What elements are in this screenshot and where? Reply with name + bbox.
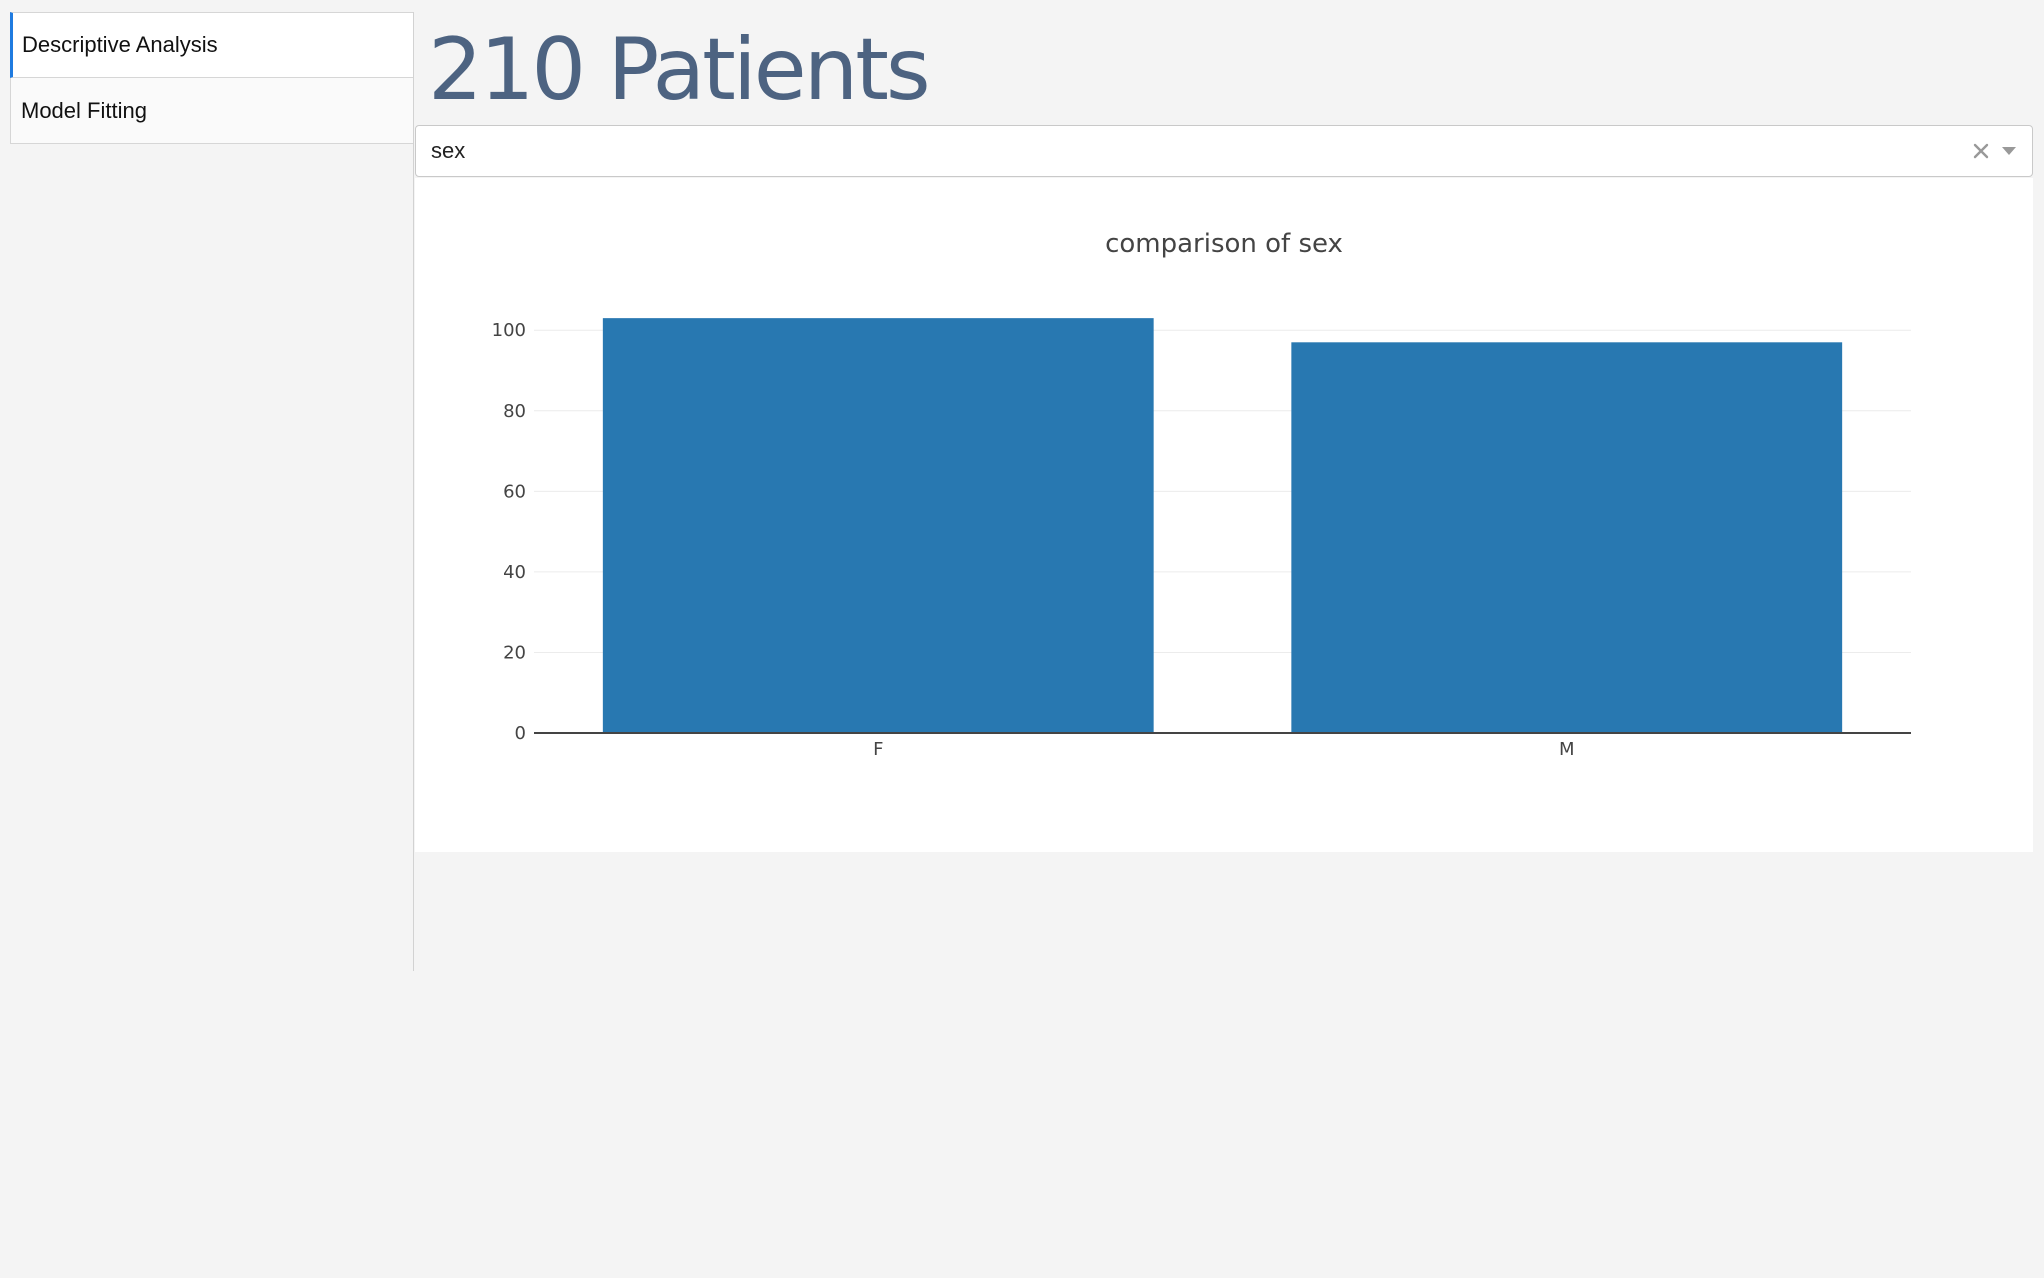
sidebar-tabs: Descriptive Analysis Model Fitting: [10, 12, 414, 144]
bars: [602, 318, 1843, 733]
bar-f: [602, 318, 1154, 733]
y-tick-label: 40: [503, 562, 526, 583]
chevron-down-icon[interactable]: [2000, 140, 2018, 162]
y-tick-label: 100: [492, 320, 526, 341]
tab-label: Descriptive Analysis: [22, 32, 218, 57]
tab-model-fitting[interactable]: Model Fitting: [10, 78, 414, 144]
y-tick-label: 60: [503, 481, 526, 502]
y-tick-label: 0: [515, 723, 526, 744]
x-tick-label: M: [1559, 739, 1575, 760]
x-tick-label: F: [873, 739, 883, 760]
chart-title: comparison of sex: [1105, 229, 1343, 259]
bar-m: [1291, 342, 1843, 733]
chart-panel: comparison of sex 0 20 40 60 80 100 F M: [415, 178, 2033, 852]
variable-dropdown[interactable]: sex: [415, 125, 2033, 177]
close-icon[interactable]: [1970, 140, 1992, 162]
tab-descriptive-analysis[interactable]: Descriptive Analysis: [10, 12, 414, 78]
sidebar-divider: [413, 12, 414, 971]
dropdown-selected-value: sex: [431, 138, 466, 163]
y-tick-label: 20: [503, 642, 526, 663]
app-page: Descriptive Analysis Model Fitting 210 P…: [0, 0, 2044, 1278]
y-tick-label: 80: [503, 401, 526, 422]
tab-label: Model Fitting: [21, 97, 147, 123]
bar-chart: comparison of sex 0 20 40 60 80 100 F M: [492, 229, 1911, 760]
page-title: 210 Patients: [428, 20, 931, 120]
